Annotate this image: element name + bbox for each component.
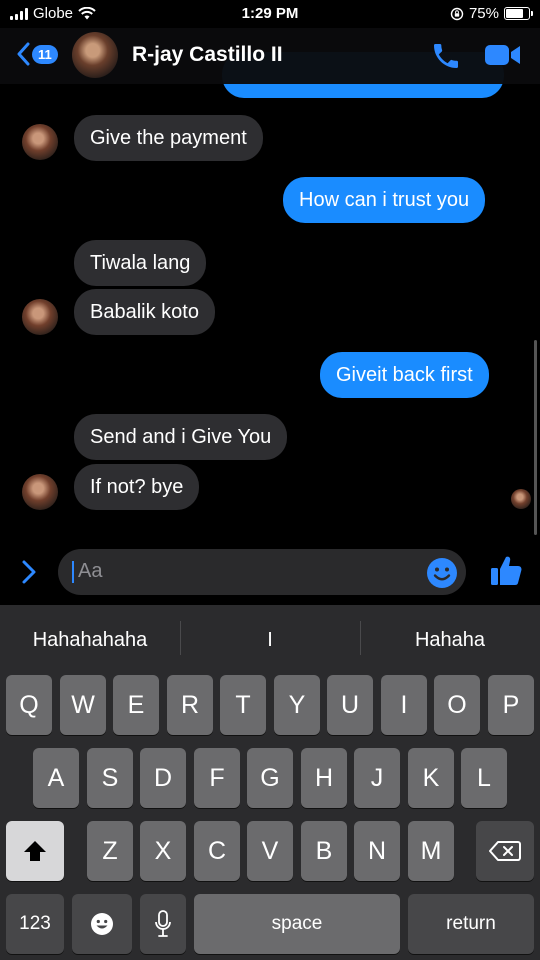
space-key[interactable]: space	[194, 894, 400, 954]
video-call-icon[interactable]	[484, 42, 522, 68]
key-n[interactable]: N	[354, 821, 400, 881]
key-g[interactable]: G	[247, 748, 293, 808]
key-v[interactable]: V	[247, 821, 293, 881]
unread-count-badge: 11	[32, 44, 58, 64]
phone-call-icon[interactable]	[430, 40, 462, 72]
shift-key[interactable]	[6, 821, 64, 881]
back-button[interactable]: 11	[16, 42, 58, 66]
contact-avatar[interactable]	[72, 32, 118, 78]
key-w[interactable]: W	[60, 675, 106, 735]
backspace-icon	[489, 841, 521, 861]
message-bubble-incoming[interactable]: Give the payment	[74, 115, 263, 161]
thumbs-up-icon[interactable]	[488, 553, 524, 589]
status-bar: Globe 1:29 PM 75%	[0, 0, 540, 30]
key-m[interactable]: M	[408, 821, 454, 881]
key-s[interactable]: S	[87, 748, 133, 808]
key-a[interactable]: A	[33, 748, 79, 808]
numbers-key[interactable]: 123	[6, 894, 64, 954]
key-e[interactable]: E	[113, 675, 159, 735]
key-c[interactable]: C	[194, 821, 240, 881]
message-bubble-incoming[interactable]: Tiwala lang	[74, 240, 207, 286]
message-bubble-outgoing[interactable]: How can i trust you	[283, 177, 486, 223]
keyboard: Hahahahaha I Hahaha Q W E R T Y U I O P …	[0, 605, 540, 960]
message-bubble-incoming[interactable]: Babalik koto	[74, 289, 215, 335]
chevron-left-icon	[17, 42, 30, 66]
message-input-placeholder: Aa	[78, 560, 103, 582]
key-o[interactable]: O	[434, 675, 480, 735]
key-r[interactable]: R	[167, 675, 213, 735]
key-h[interactable]: H	[301, 748, 347, 808]
battery-percent: 75%	[468, 5, 499, 22]
suggestion-item[interactable]: I	[180, 605, 360, 669]
chevron-right-icon[interactable]	[18, 557, 40, 587]
predictive-bar: Hahahahaha I Hahaha	[0, 605, 540, 669]
key-p[interactable]: P	[488, 675, 534, 735]
backspace-key[interactable]	[476, 821, 534, 881]
text-caret	[72, 561, 74, 583]
message-bubble-incoming[interactable]: If not? bye	[74, 464, 200, 510]
key-q[interactable]: Q	[6, 675, 52, 735]
emoji-keyboard-icon	[91, 913, 113, 935]
sender-avatar	[22, 474, 58, 510]
dictation-key[interactable]	[140, 894, 186, 954]
conversation-header: 11 R-jay Castillo II	[0, 28, 540, 84]
read-receipt-avatar	[511, 489, 531, 509]
message-input[interactable]: Aa	[58, 549, 466, 595]
key-d[interactable]: D	[140, 748, 186, 808]
contact-name[interactable]: R-jay Castillo II	[132, 43, 283, 67]
key-f[interactable]: F	[194, 748, 240, 808]
scrollbar[interactable]	[534, 340, 537, 535]
key-i[interactable]: I	[381, 675, 427, 735]
status-right: 75%	[450, 5, 533, 22]
key-x[interactable]: X	[140, 821, 186, 881]
key-k[interactable]: K	[408, 748, 454, 808]
key-j[interactable]: J	[354, 748, 400, 808]
shift-icon	[24, 841, 46, 861]
battery-icon	[504, 7, 533, 20]
suggestion-item[interactable]: Hahahahaha	[0, 605, 180, 669]
emoji-key[interactable]	[72, 894, 132, 954]
suggestion-item[interactable]: Hahaha	[360, 605, 540, 669]
key-l[interactable]: L	[461, 748, 507, 808]
key-y[interactable]: Y	[274, 675, 320, 735]
return-key[interactable]: return	[408, 894, 534, 954]
key-t[interactable]: T	[220, 675, 266, 735]
sender-avatar	[22, 124, 58, 160]
key-b[interactable]: B	[301, 821, 347, 881]
rotation-lock-icon	[450, 7, 464, 20]
key-z[interactable]: Z	[87, 821, 133, 881]
emoji-icon[interactable]	[426, 557, 458, 589]
message-bubble-incoming[interactable]: Send and i Give You	[74, 414, 288, 460]
key-u[interactable]: U	[327, 675, 373, 735]
message-bubble-outgoing[interactable]: Giveit back first	[320, 352, 489, 398]
sender-avatar	[22, 299, 58, 335]
microphone-icon	[155, 910, 171, 937]
